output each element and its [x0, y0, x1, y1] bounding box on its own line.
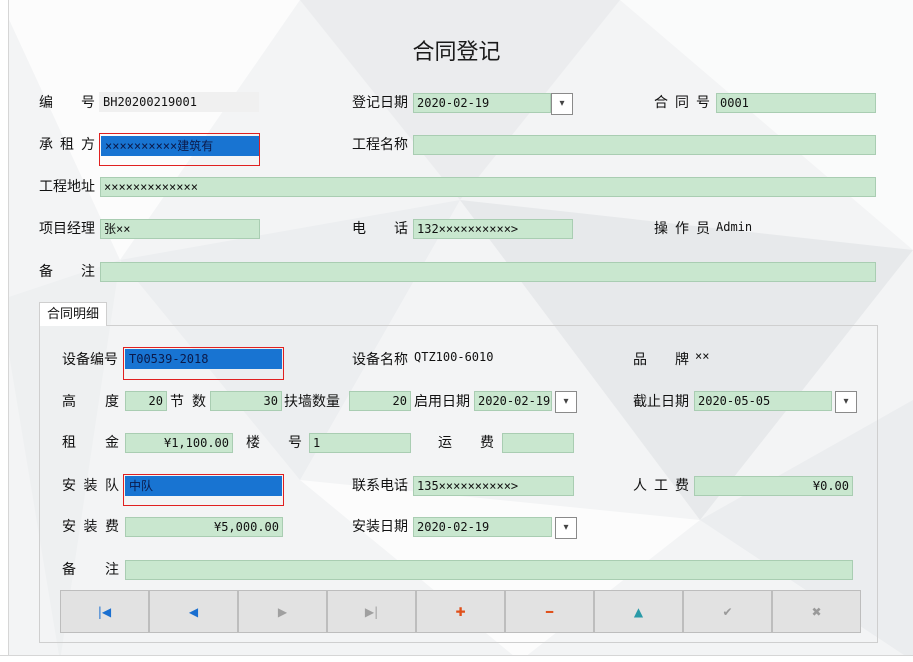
- dengji-date-dropdown[interactable]: ▾: [551, 93, 573, 115]
- record-nav-toolbar: |◀ ◀ ▶ ▶| ✚ ━ ▲ ✔ ✖: [60, 590, 861, 633]
- gongcheng-name-field[interactable]: [413, 135, 876, 155]
- jiezhi-date-dropdown[interactable]: ▾: [835, 391, 857, 413]
- label-anzhuangfei: 安装费: [62, 519, 119, 535]
- label-anzhuang-dui: 安装队: [62, 478, 119, 494]
- label-anzhuang-date: 安装日期: [352, 519, 408, 535]
- label-zujin: 租金: [62, 435, 119, 451]
- anzhuangfei-field[interactable]: ¥5,000.00: [125, 517, 283, 537]
- qiyong-date-dropdown[interactable]: ▾: [555, 391, 577, 413]
- label-lianxi-dianhua: 联系电话: [352, 478, 408, 494]
- xiangmu-jingli-field[interactable]: 张××: [100, 219, 260, 239]
- chengzufang-field[interactable]: ××××××××××建筑有: [101, 136, 259, 156]
- label-yunfei: 运费: [438, 435, 494, 451]
- label-dianhua: 电话: [352, 221, 408, 237]
- label-gaodu: 高度: [62, 394, 119, 410]
- beizhu-field[interactable]: [100, 262, 876, 282]
- anzhuang-dui-field[interactable]: 中队: [125, 476, 282, 496]
- label-shebei-no: 设备编号: [62, 352, 118, 368]
- anzhuang-date-field[interactable]: 2020-02-19: [413, 517, 552, 537]
- label-dengji-date: 登记日期: [352, 95, 408, 111]
- zujin-field[interactable]: ¥1,100.00: [125, 433, 233, 453]
- label-shebei-name: 设备名称: [352, 352, 408, 368]
- qiyong-date-field[interactable]: 2020-02-19: [474, 391, 552, 411]
- label-jiezhi-date: 截止日期: [633, 394, 689, 410]
- last-record-icon: ▶|: [364, 604, 379, 619]
- bianhao-field[interactable]: BH20200219001: [99, 92, 259, 112]
- fuqiang-field[interactable]: 20: [349, 391, 411, 411]
- anzhuang-date-dropdown[interactable]: ▾: [555, 517, 577, 539]
- chevron-down-icon: ▾: [559, 98, 565, 109]
- chevron-down-icon: ▾: [563, 396, 569, 407]
- page-title: 合同登记: [412, 40, 501, 65]
- next-record-button[interactable]: ▶: [238, 590, 327, 633]
- chevron-down-icon: ▾: [563, 522, 569, 533]
- tab-hetong-mingxi[interactable]: 合同明细: [39, 302, 108, 326]
- first-record-button[interactable]: |◀: [60, 590, 149, 633]
- label-bianhao: 编号: [39, 95, 95, 111]
- confirm-button[interactable]: ✔: [683, 590, 772, 633]
- louhao-field[interactable]: 1: [309, 433, 411, 453]
- gongcheng-addr-field[interactable]: ×××××××××××××: [100, 177, 876, 197]
- jieshu-field[interactable]: 30: [210, 391, 282, 411]
- yunfei-field[interactable]: [502, 433, 574, 453]
- shebei-name-value: QTZ100-6010: [414, 350, 494, 364]
- caozuoyuan-value: Admin: [716, 220, 753, 234]
- label-qiyong-date: 启用日期: [414, 394, 470, 410]
- dianhua-field[interactable]: 132××××××××××>: [413, 219, 573, 239]
- chevron-down-icon: ▾: [843, 396, 849, 407]
- hetong-no-field[interactable]: 0001: [716, 93, 876, 113]
- delete-icon: ━: [545, 604, 554, 619]
- label-pinpai: 品牌: [633, 352, 689, 368]
- shebei-no-field[interactable]: T00539-2018: [125, 349, 282, 369]
- jiezhi-date-field[interactable]: 2020-05-05: [694, 391, 832, 411]
- prev-record-button[interactable]: ◀: [149, 590, 238, 633]
- label-hetong-no: 合同号: [654, 95, 710, 111]
- label-louhao: 楼号: [246, 435, 302, 451]
- label-jieshu: 节数: [170, 394, 206, 410]
- edit-up-icon: ▲: [633, 604, 644, 619]
- next-record-icon: ▶: [277, 604, 288, 619]
- confirm-icon: ✔: [722, 604, 733, 619]
- prev-record-icon: ◀: [188, 604, 199, 619]
- gaodu-field[interactable]: 20: [125, 391, 167, 411]
- last-record-button[interactable]: ▶|: [327, 590, 416, 633]
- label-fuqiang: 扶墙数量: [284, 394, 340, 410]
- label-xiangmu-jingli: 项目经理: [39, 221, 95, 237]
- rengongfei-field[interactable]: ¥0.00: [694, 476, 853, 496]
- label-beizhu: 备注: [39, 264, 95, 280]
- add-icon: ✚: [455, 604, 466, 619]
- label-gongcheng-name: 工程名称: [352, 137, 408, 153]
- cancel-icon: ✖: [811, 604, 822, 619]
- edit-button[interactable]: ▲: [594, 590, 683, 633]
- label-chengzufang: 承租方: [39, 137, 95, 153]
- pinpai-value: ××: [695, 349, 710, 363]
- detail-beizhu-field[interactable]: [125, 560, 853, 580]
- lianxi-dianhua-field[interactable]: 135××××××××××>: [413, 476, 574, 496]
- dengji-date-field[interactable]: 2020-02-19: [413, 93, 551, 113]
- cancel-button[interactable]: ✖: [772, 590, 861, 633]
- delete-button[interactable]: ━: [505, 590, 594, 633]
- label-caozuoyuan: 操作员: [654, 221, 710, 237]
- add-button[interactable]: ✚: [416, 590, 505, 633]
- label-rengongfei: 人工费: [633, 478, 689, 494]
- first-record-icon: |◀: [97, 604, 112, 619]
- label-detail-beizhu: 备注: [62, 562, 119, 578]
- label-gongcheng-addr: 工程地址: [39, 179, 95, 195]
